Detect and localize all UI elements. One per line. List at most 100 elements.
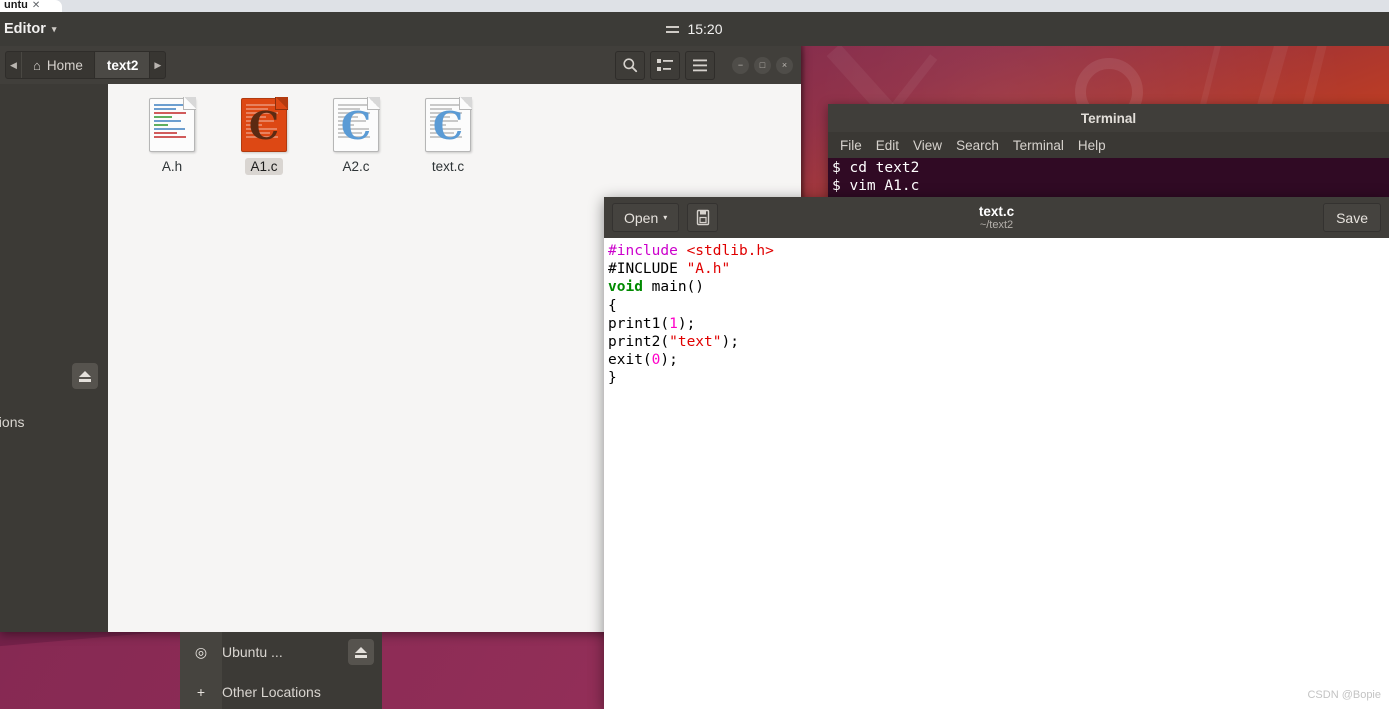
- header-file-icon: [149, 97, 196, 152]
- c-source-file-icon: C: [333, 97, 380, 152]
- sidebar-item[interactable]: e: [0, 122, 108, 154]
- window-controls: − □ ×: [732, 56, 793, 74]
- terminal-menu-item[interactable]: Search: [956, 138, 999, 153]
- editor-header: Open ▾ text.c ~/text2 Save: [604, 197, 1389, 238]
- sidebar-item[interactable]: loads: [0, 218, 108, 250]
- disc-icon: ◎: [194, 643, 208, 660]
- file-name-label: A2.c: [342, 159, 370, 174]
- terminal-menu-item[interactable]: Edit: [876, 138, 899, 153]
- eject-icon[interactable]: [72, 363, 98, 389]
- app-menu[interactable]: Editor ▾: [0, 21, 56, 37]
- code-token: #include: [608, 243, 687, 259]
- eject-icon[interactable]: [348, 639, 374, 665]
- menu-button[interactable]: [685, 50, 715, 80]
- terminal-menu-item[interactable]: Terminal: [1013, 138, 1064, 153]
- code-line: #include <stdlib.h>: [608, 242, 1389, 260]
- maximize-button[interactable]: □: [754, 56, 771, 74]
- sidebar-fragment: ◎ Ubuntu ... + Other Locations: [180, 632, 382, 709]
- editor-filepath: ~/text2: [979, 218, 1014, 231]
- sidebar-item[interactable]: top: [0, 154, 108, 186]
- breadcrumb: ◀ ⌂ Home text2 ▶: [5, 51, 167, 79]
- minimize-button[interactable]: −: [732, 56, 749, 74]
- browser-tab-title: untu: [4, 0, 28, 10]
- sidebar-item[interactable]: ments: [0, 186, 108, 218]
- terminal-menu-item[interactable]: Help: [1078, 138, 1106, 153]
- breadcrumb-current[interactable]: text2: [94, 52, 151, 78]
- text-editor-window: Open ▾ text.c ~/text2 Save #include <std…: [604, 197, 1389, 709]
- list-view-icon: [657, 59, 673, 71]
- save-button[interactable]: Save: [1323, 203, 1381, 232]
- file-item[interactable]: C A1.c: [218, 97, 310, 175]
- watermark: CSDN @Bopie: [1307, 689, 1381, 701]
- search-icon: [623, 58, 638, 73]
- sidebar-separator: [0, 346, 108, 360]
- code-token: );: [677, 315, 696, 332]
- hamburger-menu-icon: [693, 59, 707, 71]
- file-grid: A.h C A1.c C A2.c Ctext.c: [126, 97, 801, 175]
- sidebar-item-other-locations[interactable]: r Locations: [0, 406, 108, 438]
- code-line: exit(0);: [608, 351, 1389, 369]
- sidebar-fragment-row[interactable]: ◎ Ubuntu ...: [180, 632, 382, 672]
- terminal-menu-item[interactable]: View: [913, 138, 942, 153]
- file-name-label: A1.c: [245, 158, 283, 175]
- desktop-screen: untu ✕ Editor ▾ 15:20 ◀ ⌂ Home text2 ▶ −…: [0, 0, 1389, 709]
- code-line: {: [608, 297, 1389, 315]
- search-button[interactable]: [615, 50, 645, 80]
- editor-filename: text.c: [978, 203, 1015, 219]
- sidebar-fragment-row[interactable]: + Other Locations: [180, 672, 382, 709]
- sidebar-item[interactable]: c: [0, 250, 108, 282]
- file-item[interactable]: C A2.c: [310, 97, 402, 175]
- code-line: #INCLUDE "A.h": [608, 260, 1389, 278]
- calendar-icon: [666, 25, 680, 33]
- code-token: "A.h": [686, 261, 731, 278]
- breadcrumb-home-label: Home: [46, 57, 83, 73]
- open-button[interactable]: Open ▾: [612, 203, 680, 232]
- code-token: #INCLUDE: [608, 261, 687, 278]
- terminal-menubar: File Edit View Search Terminal Help: [828, 132, 1389, 158]
- clock-indicator[interactable]: 15:20: [635, 21, 755, 37]
- file-item[interactable]: Ctext.c: [402, 97, 494, 175]
- open-button-label: Open: [624, 209, 659, 226]
- editor-text-area[interactable]: #include <stdlib.h> #INCLUDE "A.h" void ma…: [604, 238, 1389, 709]
- code-line: }: [608, 369, 1389, 387]
- file-manager-sidebar: ntetopmentsloadscresos tu ... r Locations: [0, 84, 108, 632]
- forward-icon[interactable]: ▶: [150, 52, 165, 78]
- breadcrumb-current-label: text2: [106, 57, 139, 73]
- close-icon[interactable]: ✕: [32, 0, 40, 11]
- editor-title-block: text.c ~/text2: [604, 204, 1389, 232]
- chevron-down-icon: ▾: [51, 23, 57, 34]
- terminal-window: Terminal File Edit View Search Terminal Help …: [828, 104, 1389, 200]
- file-name-label: text.c: [431, 159, 465, 174]
- breadcrumb-home[interactable]: ⌂ Home: [21, 52, 95, 78]
- sidebar-item-device[interactable]: tu ...: [0, 360, 108, 392]
- c-source-file-icon: C: [425, 97, 472, 152]
- chevron-down-icon: ▾: [663, 213, 668, 222]
- file-manager-header: ◀ ⌂ Home text2 ▶ − □ ×: [0, 46, 801, 84]
- terminal-menu-item[interactable]: File: [840, 138, 862, 153]
- terminal-titlebar: Terminal: [828, 104, 1389, 132]
- code-token: }: [608, 370, 617, 387]
- new-document-button[interactable]: [687, 203, 719, 232]
- code-token: print2(: [608, 334, 670, 351]
- back-icon[interactable]: ◀: [6, 52, 21, 78]
- close-button[interactable]: ×: [776, 56, 793, 74]
- code-token: void: [608, 279, 643, 296]
- sidebar-item[interactable]: os: [0, 314, 108, 346]
- top-panel: Editor ▾ 15:20: [0, 12, 1389, 46]
- sidebar-fragment-label: Ubuntu ...: [222, 644, 283, 660]
- clock-label: 15:20: [687, 21, 723, 37]
- terminal-line: $ cd text2: [832, 160, 920, 176]
- code-token: "text": [669, 334, 722, 351]
- sidebar-item-label: r Locations: [0, 414, 25, 430]
- sidebar-separator: [0, 392, 108, 406]
- terminal-screen[interactable]: $ cd text2 $ vim A1.c: [828, 158, 1389, 200]
- file-item[interactable]: A.h: [126, 97, 218, 175]
- code-token: {: [608, 297, 617, 314]
- sidebar-item[interactable]: res: [0, 282, 108, 314]
- code-token: 1: [669, 315, 678, 332]
- view-options-button[interactable]: [650, 50, 680, 80]
- code-token: );: [721, 334, 739, 351]
- plus-icon: +: [196, 684, 206, 700]
- sidebar-item[interactable]: nt: [0, 90, 108, 122]
- code-token: <stdlib.h>: [686, 243, 774, 259]
